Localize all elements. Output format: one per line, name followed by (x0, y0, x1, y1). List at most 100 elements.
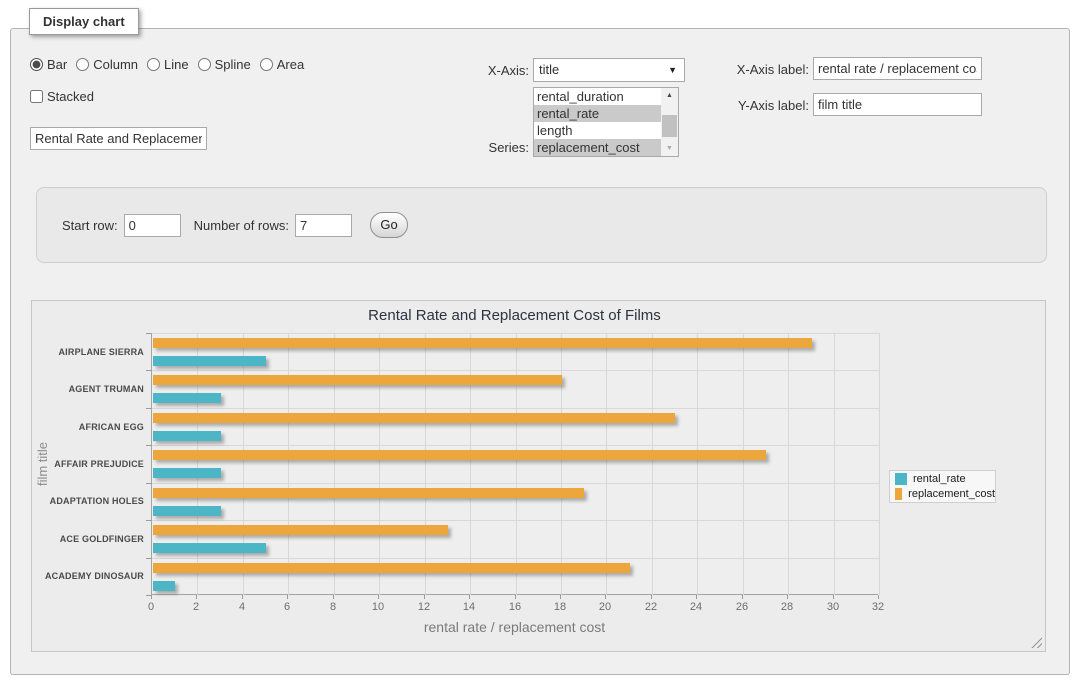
chart-type-radio-label: Line (164, 57, 189, 72)
num-rows-label: Number of rows: (194, 218, 289, 233)
gridline-vertical (334, 333, 335, 595)
rental_rate-bar (153, 431, 221, 441)
gridline-vertical (743, 333, 744, 595)
y-tick-mark (146, 520, 151, 521)
stacked-checkbox-label[interactable]: Stacked (30, 89, 94, 104)
chart-type-radio-column[interactable] (76, 58, 89, 71)
series-option-replacement_cost[interactable]: replacement_cost (534, 139, 661, 156)
legend-swatch (895, 473, 907, 485)
series-options: rental_durationrental_ratelengthreplacem… (534, 88, 661, 156)
page: Display chart BarColumnLineSplineArea St… (0, 0, 1081, 681)
x-tick-mark (424, 595, 425, 599)
x-tick-mark (196, 595, 197, 599)
x-axis-label-input[interactable] (813, 57, 982, 80)
x-tick-label: 0 (136, 601, 166, 613)
gridline-vertical (379, 333, 380, 595)
x-tick-label: 18 (545, 601, 575, 613)
y-axis-label-field-label: Y-Axis label: (666, 98, 809, 113)
y-tick-mark (146, 483, 151, 484)
chart-type-radio-label: Column (93, 57, 138, 72)
chart-type-area[interactable]: Area (260, 57, 304, 72)
x-tick-mark (787, 595, 788, 599)
display-chart-panel: Display chart BarColumnLineSplineArea St… (10, 28, 1070, 675)
chart-type-radio-line[interactable] (147, 58, 160, 71)
plot-area (151, 333, 878, 595)
replacement_cost-bar (153, 338, 812, 348)
rental_rate-bar (153, 468, 221, 478)
category-label: ACADEMY DINOSAUR (32, 571, 144, 581)
legend-label: rental_rate (913, 473, 966, 485)
x-axis-label-field-label: X-Axis label: (666, 62, 809, 77)
series-listbox[interactable]: rental_durationrental_ratelengthreplacem… (533, 87, 679, 157)
rental_rate-bar (153, 581, 175, 591)
chart-type-spline[interactable]: Spline (198, 57, 251, 72)
y-tick-mark (146, 558, 151, 559)
stacked-label-text: Stacked (47, 89, 94, 104)
gridline-vertical (470, 333, 471, 595)
category-label: AGENT TRUMAN (32, 384, 144, 394)
x-tick-label: 16 (500, 601, 530, 613)
scroll-down-icon[interactable]: ▼ (661, 141, 678, 156)
x-tick-mark (605, 595, 606, 599)
x-axis-select[interactable]: title ▼ (533, 58, 685, 82)
x-tick-label: 20 (590, 601, 620, 613)
chart-title: Rental Rate and Replacement Cost of Film… (151, 307, 878, 324)
gridline-horizontal (152, 408, 879, 409)
chart-type-radio-spline[interactable] (198, 58, 211, 71)
stacked-checkbox[interactable] (30, 90, 43, 103)
resize-handle-icon[interactable] (1031, 637, 1042, 648)
gridline-vertical (288, 333, 289, 595)
category-label: AIRPLANE SIERRA (32, 347, 144, 357)
x-tick-mark (378, 595, 379, 599)
gridline-vertical (879, 333, 880, 595)
category-label: AFFAIR PREJUDICE (32, 459, 144, 469)
legend-item-rental_rate[interactable]: rental_rate (895, 473, 995, 485)
chart-type-radio-area[interactable] (260, 58, 273, 71)
x-tick-mark (742, 595, 743, 599)
series-option-rental_duration[interactable]: rental_duration (534, 88, 661, 105)
x-tick-mark (833, 595, 834, 599)
stacked-option: Stacked (30, 89, 94, 104)
y-axis-label-input[interactable] (813, 93, 982, 116)
chart-type-radio-label: Bar (47, 57, 67, 72)
replacement_cost-bar (153, 563, 630, 573)
gridline-horizontal (152, 520, 879, 521)
replacement_cost-bar (153, 450, 766, 460)
start-row-input[interactable] (124, 214, 181, 237)
chart-type-line[interactable]: Line (147, 57, 189, 72)
num-rows-input[interactable] (295, 214, 352, 237)
x-tick-label: 10 (363, 601, 393, 613)
chart-type-radio-label: Spline (215, 57, 251, 72)
series-option-rental_rate[interactable]: rental_rate (534, 105, 661, 122)
x-axis-select-label: X-Axis: (431, 63, 529, 78)
gridline-vertical (788, 333, 789, 595)
gridline-vertical (606, 333, 607, 595)
series-option-length[interactable]: length (534, 122, 661, 139)
start-row-label: Start row: (62, 218, 118, 233)
legend-item-replacement_cost[interactable]: replacement_cost (895, 488, 995, 500)
x-tick-label: 26 (727, 601, 757, 613)
chart-type-radio-bar[interactable] (30, 58, 43, 71)
x-tick-label: 32 (863, 601, 893, 613)
y-tick-mark (146, 333, 151, 334)
chart-title-input[interactable] (30, 127, 207, 150)
replacement_cost-bar (153, 488, 584, 498)
gridline-vertical (834, 333, 835, 595)
chart-type-radio-label: Area (277, 57, 304, 72)
x-tick-label: 12 (409, 601, 439, 613)
gridline-vertical (243, 333, 244, 595)
y-tick-mark (146, 445, 151, 446)
category-label: ADAPTATION HOLES (32, 496, 144, 506)
replacement_cost-bar (153, 375, 562, 385)
chart-type-column[interactable]: Column (76, 57, 138, 72)
scrollbar-thumb[interactable] (662, 115, 677, 137)
x-tick-label: 4 (227, 601, 257, 613)
x-tick-label: 8 (318, 601, 348, 613)
rental_rate-bar (153, 393, 221, 403)
x-tick-label: 14 (454, 601, 484, 613)
chart-type-bar[interactable]: Bar (30, 57, 67, 72)
gridline-vertical (561, 333, 562, 595)
row-controls-panel: Start row: Number of rows: Go (36, 187, 1047, 263)
go-button[interactable]: Go (370, 212, 408, 238)
gridline-vertical (697, 333, 698, 595)
